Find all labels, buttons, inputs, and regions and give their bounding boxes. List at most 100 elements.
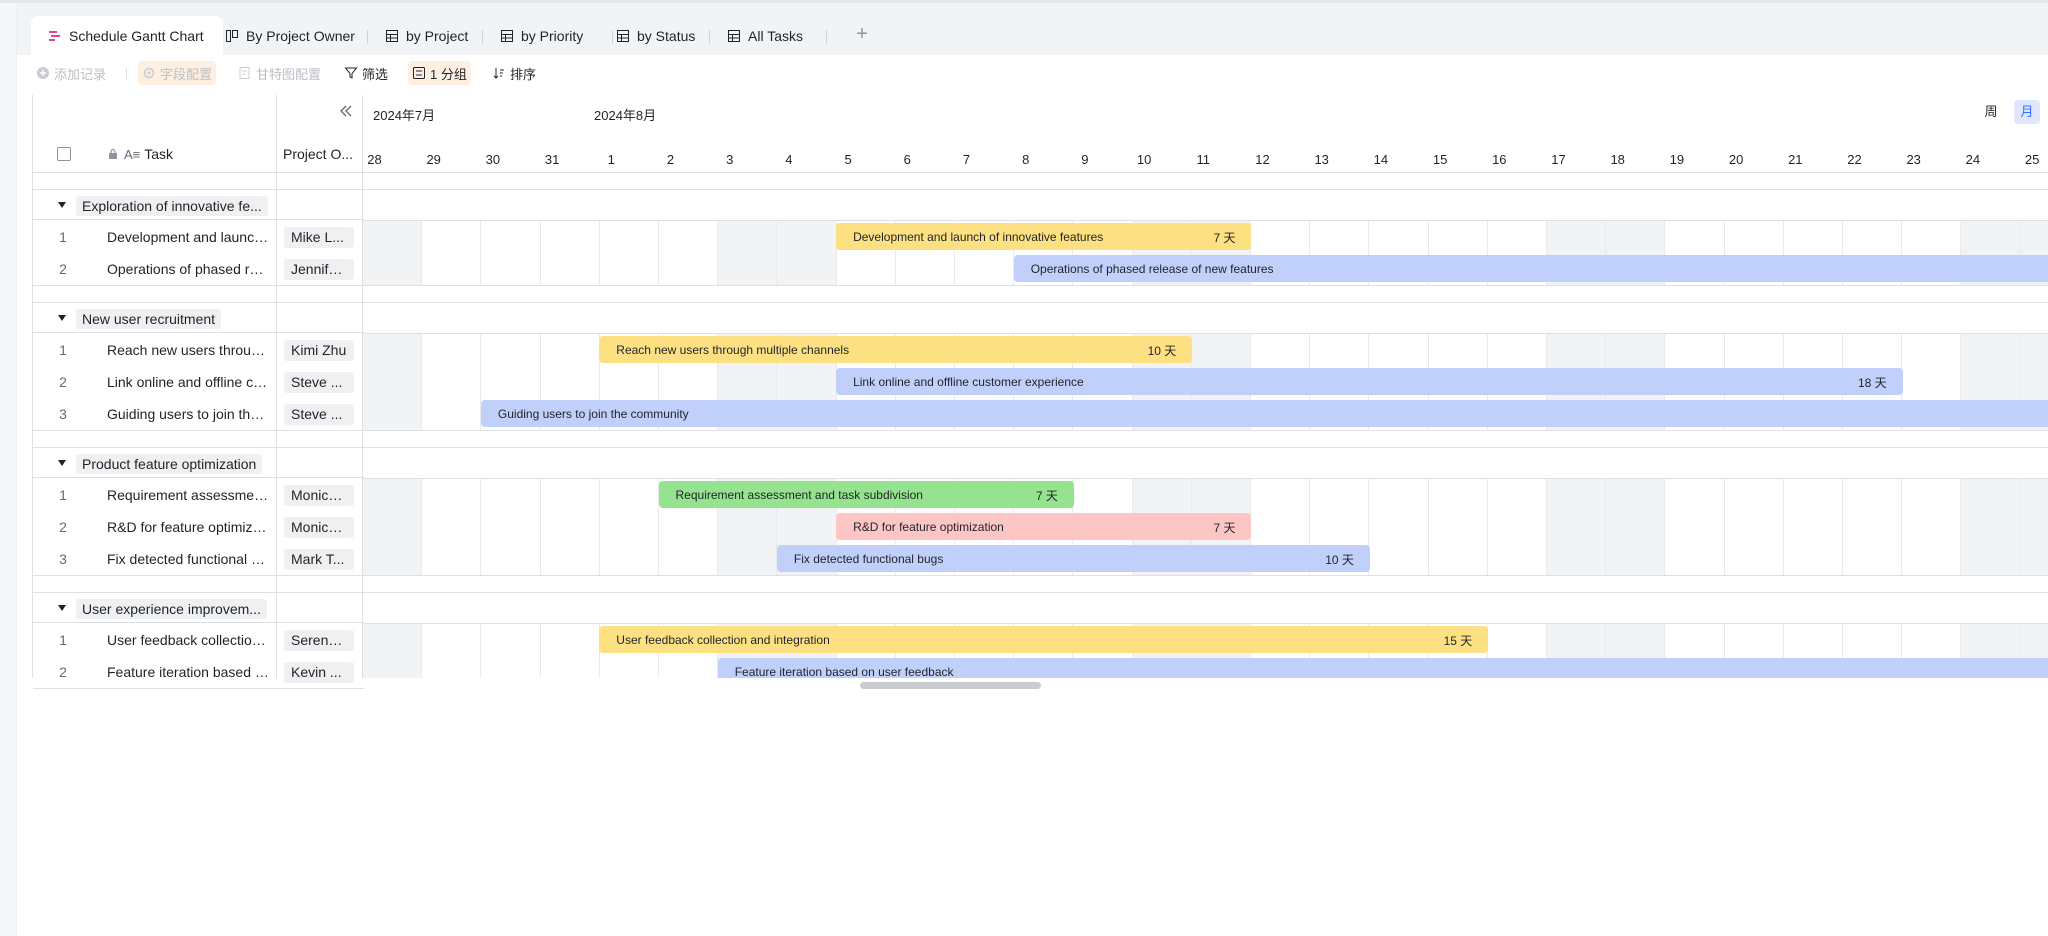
gantt-bar-duration: 18 天 xyxy=(1858,376,1887,390)
project-owner-tag[interactable]: Serena... xyxy=(284,630,354,651)
select-all-checkbox[interactable] xyxy=(57,147,71,161)
day-cell xyxy=(1369,479,1429,575)
gantt-config-button[interactable]: 甘特图配置 xyxy=(234,61,325,85)
project-owner-tag[interactable]: Monica... xyxy=(284,517,354,538)
task-row[interactable]: 3 Fix detected functional bugs Mark T... xyxy=(33,543,364,575)
day-cell xyxy=(541,479,600,575)
project-owner-tag[interactable]: Kevin ... xyxy=(284,662,354,683)
gantt-bar[interactable]: Guiding users to join the community xyxy=(480,400,2048,427)
task-row[interactable]: 1 Development and launch of innovative fe… xyxy=(33,221,364,253)
tab-by-status[interactable]: by Status xyxy=(615,16,695,56)
row-number: 3 xyxy=(59,406,67,422)
group-label: 1 分组 xyxy=(430,66,467,82)
gantt-bar[interactable]: Operations of phased release of new feat… xyxy=(1013,255,2048,282)
task-row[interactable]: 2 Operations of phased release of new fea… xyxy=(33,253,364,285)
row-number: 2 xyxy=(59,519,67,535)
day-label: 30 xyxy=(485,152,501,167)
group-header[interactable]: New user recruitment xyxy=(33,302,364,333)
caret-down-icon[interactable] xyxy=(58,460,66,466)
task-row[interactable]: 3 Guiding users to join the community Stev… xyxy=(33,398,364,430)
filter-button[interactable]: 筛选 xyxy=(340,61,392,85)
project-owner-tag[interactable]: Mark T... xyxy=(284,549,354,570)
tab-all-tasks[interactable]: All Tasks xyxy=(726,16,803,56)
task-name[interactable]: Guiding users to join the community xyxy=(107,406,270,422)
field-config-button[interactable]: 字段配置 xyxy=(138,61,217,85)
tab-schedule-gantt-chart[interactable]: Schedule Gantt Chart xyxy=(31,16,223,56)
group-bottom-line xyxy=(33,285,364,286)
gantt-bar[interactable]: R&D for feature optimization 7 天 xyxy=(836,513,1252,540)
tab-separator xyxy=(482,30,483,44)
day-cell xyxy=(363,479,423,575)
collapse-pane-icon[interactable] xyxy=(338,103,354,119)
toolbar-separator xyxy=(126,68,127,80)
gantt-bar[interactable]: User feedback collection and integration… xyxy=(599,626,1489,653)
gantt-bar[interactable]: Development and launch of innovative fea… xyxy=(836,223,1252,250)
group-name: New user recruitment xyxy=(76,309,222,329)
project-owner-tag[interactable]: Monica... xyxy=(284,485,354,506)
day-cell xyxy=(481,479,541,575)
gantt-bar-label: Reach new users through multiple channel… xyxy=(616,342,850,357)
caret-down-icon[interactable] xyxy=(58,605,66,611)
column-divider[interactable] xyxy=(276,95,277,678)
row-number: 1 xyxy=(59,632,67,648)
project-owner-tag[interactable]: Kimi Zhu xyxy=(284,340,354,361)
gantt-bar[interactable]: Requirement assessment and task subdivis… xyxy=(658,481,1074,508)
tab-by-priority[interactable]: by Priority xyxy=(499,16,583,56)
project-owner-tag[interactable]: Steve ... xyxy=(284,372,354,393)
tab-separator xyxy=(826,30,827,44)
task-row[interactable]: 1 Requirement assessment and task subdivi… xyxy=(33,479,364,511)
gantt-bar[interactable]: Reach new users through multiple channel… xyxy=(599,336,1193,363)
tab-label: by Status xyxy=(637,28,696,44)
tab-by-project[interactable]: by Project xyxy=(384,16,468,56)
task-row[interactable]: 2 R&D for feature optimization Monica... xyxy=(33,511,364,543)
project-owner-tag[interactable]: Steve ... xyxy=(284,404,354,425)
day-cell xyxy=(422,334,482,430)
task-row[interactable]: 1 User feedback collection and integratio… xyxy=(33,624,364,656)
group-button[interactable]: 1 分组 xyxy=(408,61,471,85)
caret-down-icon[interactable] xyxy=(58,202,66,208)
tab-separator xyxy=(709,30,710,44)
filter-icon xyxy=(344,66,358,80)
caret-down-icon[interactable] xyxy=(58,315,66,321)
owner-column-header[interactable]: Project O... xyxy=(283,146,353,162)
gantt-timeline: 2024年7月 2024年8月 28 29 30 31 1 2 3 4 5 6 7 8 9 10 11 12 1… xyxy=(363,95,2048,678)
add-view-button[interactable]: + xyxy=(853,24,871,44)
group-header[interactable]: User experience improvem... xyxy=(33,592,364,623)
gantt-bar[interactable]: Fix detected functional bugs 10 天 xyxy=(776,545,1370,572)
group-header[interactable]: Exploration of innovative fe... xyxy=(33,189,364,220)
gantt-bar[interactable]: Link online and offline customer experie… xyxy=(836,368,1903,395)
task-row[interactable]: 2 Feature iteration based on user feedbac… xyxy=(33,656,364,688)
week-scale-button[interactable]: 周 xyxy=(1978,100,2004,124)
task-name[interactable]: Reach new users through multiple channel… xyxy=(107,342,270,358)
month-scale-button[interactable]: 月 xyxy=(2014,100,2040,124)
task-row[interactable]: 1 Reach new users through multiple channe… xyxy=(33,334,364,366)
task-name[interactable]: Feature iteration based on user feedback xyxy=(107,664,270,680)
task-name[interactable]: Link online and offline customer experie… xyxy=(107,374,270,390)
project-owner-tag[interactable]: Mike L... xyxy=(284,227,354,248)
month-label-july: 2024年7月 xyxy=(373,108,436,123)
sort-button[interactable]: 排序 xyxy=(488,61,540,85)
gantt-bar-label: R&D for feature optimization xyxy=(853,519,1004,534)
task-list-pane: A≡ Task Project O... Exploration of inno… xyxy=(32,95,364,689)
gantt-bar[interactable]: Feature iteration based on user feedback xyxy=(717,658,2048,679)
day-cell xyxy=(2020,479,2048,575)
group-band-top xyxy=(363,447,2048,448)
task-row[interactable]: 2 Link online and offline customer experi… xyxy=(33,366,364,398)
task-name[interactable]: Fix detected functional bugs xyxy=(107,551,270,567)
gantt-bar-label: Feature iteration based on user feedback xyxy=(734,664,954,679)
task-column-header[interactable]: A≡ Task xyxy=(107,146,173,162)
tab-by-project-owner[interactable]: By Project Owner xyxy=(224,16,355,56)
field-config-label: 字段配置 xyxy=(160,66,213,82)
project-owner-tag[interactable]: Jennife... xyxy=(284,259,354,280)
group-header[interactable]: Product feature optimization xyxy=(33,447,364,478)
task-name[interactable]: User feedback collection and integration xyxy=(107,632,270,648)
task-name[interactable]: Requirement assessment and task subdivis… xyxy=(107,487,270,503)
horizontal-scrollbar[interactable] xyxy=(860,682,1041,689)
task-name[interactable]: R&D for feature optimization xyxy=(107,519,270,535)
gantt-bar-label: User feedback collection and integration xyxy=(616,632,830,647)
day-label: 1 xyxy=(607,152,615,167)
day-cell xyxy=(600,221,659,285)
task-name[interactable]: Development and launch of innovative fea… xyxy=(107,229,270,245)
add-record-button[interactable]: 添加记录 xyxy=(32,61,110,85)
task-name[interactable]: Operations of phased release of new feat… xyxy=(107,261,270,277)
